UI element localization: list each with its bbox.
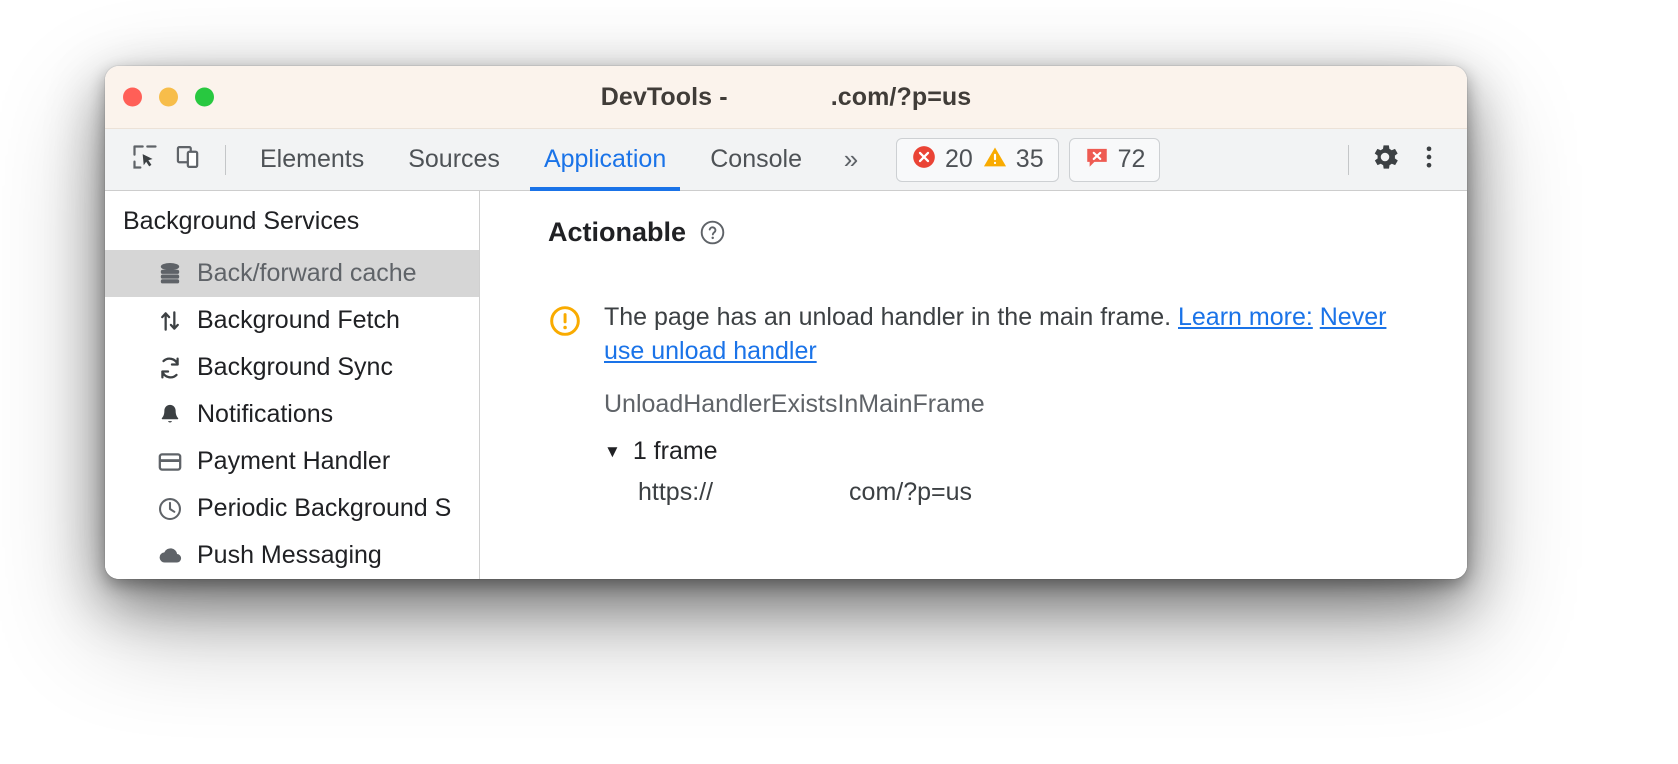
actionable-section-header: Actionable — [548, 217, 1467, 248]
frames-count-label: 1 frame — [632, 437, 718, 465]
issues-count: 72 — [1117, 145, 1146, 173]
tab-elements-label: Elements — [260, 145, 365, 173]
gear-icon — [1369, 141, 1401, 178]
kebab-menu-icon — [1415, 143, 1443, 176]
sidebar-item-label: Background Fetch — [197, 306, 400, 334]
more-tabs-chevron-icon: » — [843, 144, 859, 174]
tab-application-label: Application — [543, 145, 667, 173]
window-title-prefix: DevTools - — [600, 82, 735, 111]
minimize-window-button[interactable] — [159, 87, 178, 107]
frame-url-suffix: com/?p=us — [849, 478, 973, 506]
issue-message-icon — [1084, 144, 1110, 175]
window-title-suffix: .com/?p=us — [830, 82, 972, 111]
sidebar-section-title: Background Services — [123, 207, 360, 235]
cloud-icon — [157, 543, 183, 569]
caret-down-icon: ▼ — [604, 442, 621, 461]
error-circle-icon — [911, 144, 937, 175]
bfcache-issue-row: The page has an unload handler in the ma… — [548, 300, 1467, 368]
sidebar-item-label: Periodic Background S — [197, 494, 452, 522]
close-window-button[interactable] — [123, 87, 142, 107]
warning-triangle-icon — [982, 144, 1008, 175]
bfcache-reason-code: UnloadHandlerExistsInMainFrame — [604, 390, 985, 418]
tab-elements[interactable]: Elements — [238, 129, 386, 191]
sidebar-item-background-sync[interactable]: Background Sync — [105, 344, 479, 391]
issues-counter-pill[interactable]: 72 — [1068, 137, 1161, 182]
sidebar-item-label: Background Sync — [197, 353, 393, 381]
settings-button[interactable] — [1363, 138, 1407, 182]
maximize-window-button[interactable] — [195, 87, 214, 107]
console-counters-pill[interactable]: 20 35 — [895, 137, 1059, 182]
frame-url-prefix: https:// — [638, 478, 714, 506]
frames-expand-toggle[interactable]: ▼ 1 frame — [604, 437, 984, 466]
frame-url-item[interactable]: https:// com/?p=us — [638, 478, 984, 507]
device-toolbar-icon — [175, 143, 203, 176]
tab-application[interactable]: Application — [522, 129, 688, 191]
error-count: 20 — [944, 145, 973, 173]
more-tabs-button[interactable]: » — [824, 138, 878, 182]
devtools-window: DevTools - .com/?p=us Elements Sources A… — [105, 66, 1467, 579]
credit-card-icon — [157, 449, 183, 475]
more-options-button[interactable] — [1407, 138, 1451, 182]
warning-counter[interactable]: 35 — [982, 144, 1044, 175]
application-sidebar: Background Services Back/forward cache B… — [105, 191, 480, 579]
inspect-element-icon — [131, 143, 159, 176]
bell-icon — [157, 402, 183, 428]
sidebar-item-label: Push Messaging — [197, 541, 382, 569]
inspect-element-button[interactable] — [123, 138, 167, 182]
toolbar-right-group — [1334, 138, 1451, 182]
devtools-toolbar: Elements Sources Application Console » 2… — [105, 129, 1467, 191]
panel-body: Background Services Back/forward cache B… — [105, 191, 1467, 579]
issue-description: The page has an unload handler in the ma… — [604, 300, 1404, 368]
warning-count: 35 — [1015, 145, 1044, 173]
arrows-up-down-icon — [157, 308, 183, 334]
sidebar-item-payment-handler[interactable]: Payment Handler — [105, 438, 479, 485]
tab-sources-label: Sources — [408, 145, 500, 173]
window-titlebar: DevTools - .com/?p=us — [105, 66, 1467, 129]
issues-counter[interactable]: 72 — [1084, 144, 1146, 175]
error-counter[interactable]: 20 — [911, 144, 973, 175]
tab-console-label: Console — [710, 145, 802, 173]
sidebar-item-push-messaging[interactable]: Push Messaging — [105, 532, 479, 579]
window-controls — [123, 87, 214, 107]
page-title: Actionable — [548, 217, 687, 247]
tab-console[interactable]: Console — [688, 129, 824, 191]
sidebar-item-back-forward-cache[interactable]: Back/forward cache — [105, 250, 479, 297]
sidebar-item-periodic-background-sync[interactable]: Periodic Background S — [105, 485, 479, 532]
toolbar-divider — [225, 144, 226, 175]
tab-sources[interactable]: Sources — [386, 129, 522, 191]
window-title: DevTools - .com/?p=us — [601, 83, 972, 112]
toolbar-divider-right — [1348, 144, 1349, 175]
frames-block: ▼ 1 frame https:// com/?p=us — [604, 437, 984, 507]
toggle-device-toolbar-button[interactable] — [167, 138, 211, 182]
sidebar-item-label: Payment Handler — [197, 447, 391, 475]
sidebar-item-background-fetch[interactable]: Background Fetch — [105, 297, 479, 344]
issue-message-text: The page has an unload handler in the ma… — [604, 303, 1178, 331]
warning-exclamation-circle-icon — [548, 304, 582, 338]
bfcache-main-content: Actionable The page has an unload handle… — [480, 191, 1467, 579]
learn-more-label-link[interactable]: Learn more: — [1178, 303, 1313, 331]
issue-counters: 20 35 72 — [895, 137, 1161, 182]
sidebar-item-notifications[interactable]: Notifications — [105, 391, 479, 438]
sidebar-item-label: Back/forward cache — [197, 259, 417, 287]
sync-refresh-icon — [157, 355, 183, 381]
panel-tabs: Elements Sources Application Console — [238, 129, 824, 191]
database-icon — [157, 261, 183, 287]
sidebar-item-label: Notifications — [197, 400, 334, 428]
clock-icon — [157, 496, 183, 522]
question-mark-circle-icon[interactable] — [699, 219, 726, 246]
screenshot-root: DevTools - .com/?p=us Elements Sources A… — [0, 0, 1678, 764]
